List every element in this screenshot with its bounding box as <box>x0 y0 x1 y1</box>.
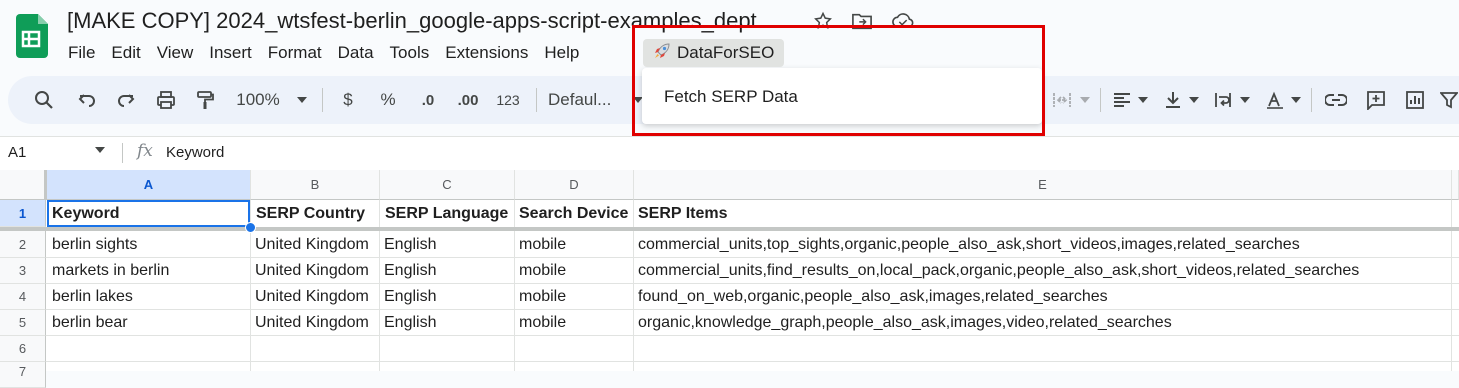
toolbar-divider <box>536 88 537 112</box>
zoom-select[interactable]: 100% <box>230 76 286 124</box>
row-header-5[interactable]: 5 <box>0 310 46 336</box>
row-header-1[interactable]: 1 <box>0 200 46 227</box>
increase-decimal-button[interactable]: .00 <box>453 76 483 124</box>
fill-handle[interactable] <box>245 222 256 233</box>
format-percent-button[interactable]: % <box>376 76 400 124</box>
fx-icon: fx <box>137 141 153 161</box>
filter-icon[interactable] <box>1440 76 1459 124</box>
text-wrapping-dropdown-icon[interactable] <box>1238 76 1252 124</box>
cell-e2[interactable]: commercial_units,top_sights,organic,peop… <box>638 236 1300 254</box>
menu-bar: File Edit View Insert Format Data Tools … <box>60 40 587 66</box>
grid-line <box>633 200 634 371</box>
cell-a3[interactable]: markets in berlin <box>52 262 169 280</box>
grid-line <box>46 257 1459 258</box>
cell-d2[interactable]: mobile <box>519 236 566 254</box>
column-header-d[interactable]: D <box>515 170 634 200</box>
grid-line <box>46 309 1459 310</box>
insert-chart-icon[interactable] <box>1401 76 1429 124</box>
horizontal-align-icon[interactable] <box>1108 76 1136 124</box>
cell-e1[interactable]: SERP Items <box>638 205 728 223</box>
merge-cells-icon[interactable] <box>1049 76 1075 124</box>
column-header-c[interactable]: C <box>380 170 515 200</box>
cell-b4[interactable]: United Kingdom <box>255 288 369 306</box>
column-header-b[interactable]: B <box>251 170 380 200</box>
menu-edit[interactable]: Edit <box>103 40 148 66</box>
menu-file[interactable]: File <box>60 40 103 66</box>
cell-b1[interactable]: SERP Country <box>256 205 365 223</box>
cell-b5[interactable]: United Kingdom <box>255 314 369 332</box>
undo-icon[interactable] <box>73 76 101 124</box>
zoom-dropdown-icon[interactable] <box>292 76 312 124</box>
menu-help[interactable]: Help <box>536 40 587 66</box>
search-menus-icon[interactable] <box>30 76 58 124</box>
name-box-dropdown-icon[interactable] <box>95 147 105 153</box>
sheets-logo-icon[interactable] <box>14 14 48 58</box>
cell-a2[interactable]: berlin sights <box>52 236 137 254</box>
toolbar-divider <box>1311 88 1312 112</box>
cell-a4[interactable]: berlin lakes <box>52 288 133 306</box>
horizontal-align-dropdown-icon[interactable] <box>1136 76 1150 124</box>
grid-line <box>46 361 1459 362</box>
cell-d5[interactable]: mobile <box>519 314 566 332</box>
row-header-7[interactable]: 7 <box>0 362 46 388</box>
text-wrapping-icon[interactable] <box>1210 76 1236 124</box>
formula-input[interactable]: Keyword <box>166 144 224 161</box>
column-header-f[interactable] <box>1452 170 1459 200</box>
grid-line <box>514 200 515 371</box>
text-rotation-icon[interactable] <box>1262 76 1288 124</box>
menu-data[interactable]: Data <box>330 40 382 66</box>
grid-line <box>46 283 1459 284</box>
row-header-4[interactable]: 4 <box>0 284 46 310</box>
vertical-align-dropdown-icon[interactable] <box>1187 76 1201 124</box>
cell-c3[interactable]: English <box>384 262 436 280</box>
decrease-decimal-button[interactable]: .0 <box>414 76 442 124</box>
column-header-a[interactable]: A <box>47 170 251 200</box>
paint-format-icon[interactable] <box>191 76 219 124</box>
cell-b3[interactable]: United Kingdom <box>255 262 369 280</box>
column-header-e[interactable]: E <box>634 170 1452 200</box>
menu-view[interactable]: View <box>149 40 202 66</box>
formula-bar-divider <box>122 143 123 163</box>
row-header-3[interactable]: 3 <box>0 258 46 284</box>
menu-tools[interactable]: Tools <box>382 40 438 66</box>
name-box[interactable]: A1 <box>8 144 26 161</box>
font-select[interactable]: Defaul... <box>548 76 624 124</box>
row-header-6[interactable]: 6 <box>0 336 46 362</box>
print-icon[interactable] <box>152 76 180 124</box>
vertical-align-icon[interactable] <box>1160 76 1186 124</box>
cell-c2[interactable]: English <box>384 236 436 254</box>
grid-line <box>1451 200 1452 371</box>
menu-format[interactable]: Format <box>260 40 330 66</box>
cell-c1[interactable]: SERP Language <box>385 205 508 223</box>
annotation-highlight-box <box>632 25 1045 136</box>
freeze-row-handle[interactable] <box>0 227 1459 231</box>
cell-e4[interactable]: found_on_web,organic,people_also_ask,ima… <box>638 288 1108 306</box>
menu-extensions[interactable]: Extensions <box>437 40 536 66</box>
select-all-corner[interactable] <box>0 170 46 200</box>
cell-e5[interactable]: organic,knowledge_graph,people_also_ask,… <box>638 314 1172 332</box>
redo-icon[interactable] <box>112 76 140 124</box>
cell-c5[interactable]: English <box>384 314 436 332</box>
toolbar-divider <box>1100 88 1101 112</box>
toolbar-divider <box>322 88 323 112</box>
merge-dropdown-icon[interactable] <box>1078 76 1092 124</box>
cell-d1[interactable]: Search Device <box>519 205 628 223</box>
menu-insert[interactable]: Insert <box>201 40 260 66</box>
cell-e3[interactable]: commercial_units,find_results_on,local_p… <box>638 262 1359 280</box>
more-formats-button[interactable]: 123 <box>494 76 522 124</box>
cell-b2[interactable]: United Kingdom <box>255 236 369 254</box>
active-cell-selection <box>47 200 250 227</box>
grid-line <box>46 335 1459 336</box>
row-header-2[interactable]: 2 <box>0 231 46 258</box>
insert-link-icon[interactable] <box>1322 76 1350 124</box>
format-currency-button[interactable]: $ <box>336 76 360 124</box>
cell-c4[interactable]: English <box>384 288 436 306</box>
insert-comment-icon[interactable] <box>1362 76 1390 124</box>
grid-line <box>379 200 380 371</box>
cell-a5[interactable]: berlin bear <box>52 314 128 332</box>
cell-d4[interactable]: mobile <box>519 288 566 306</box>
cell-d3[interactable]: mobile <box>519 262 566 280</box>
text-rotation-dropdown-icon[interactable] <box>1289 76 1303 124</box>
